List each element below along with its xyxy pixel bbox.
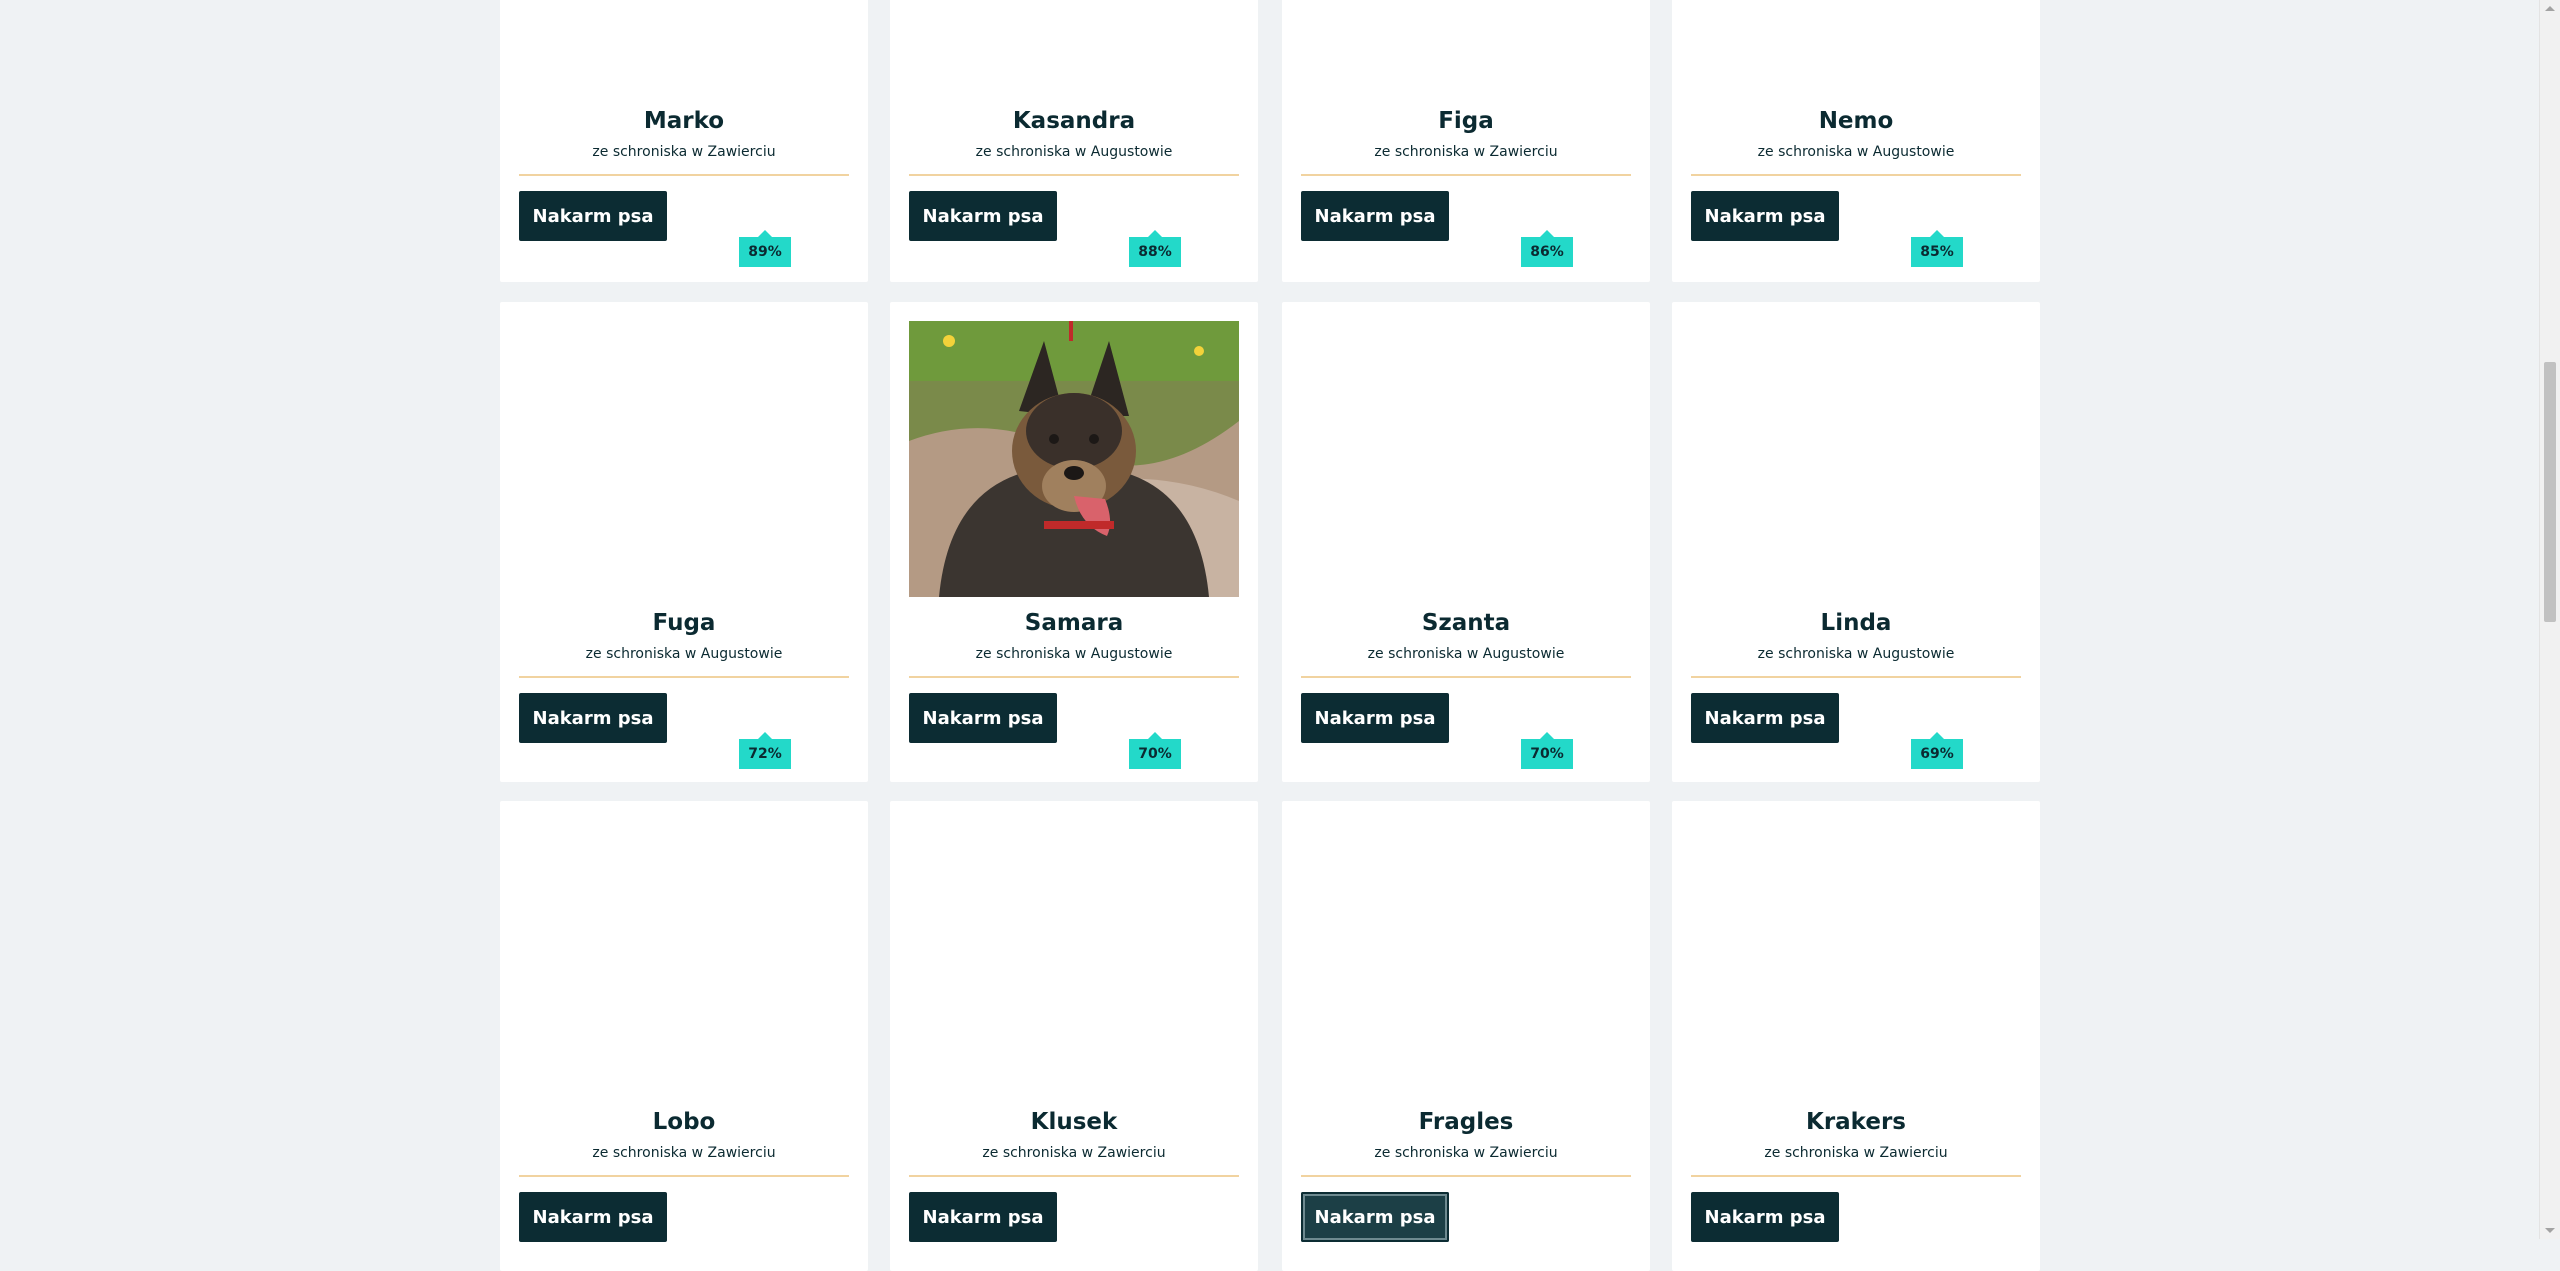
feeding-percent-badge: 85%: [1911, 230, 1963, 267]
dog-name[interactable]: Marko: [500, 108, 868, 134]
divider: [519, 676, 849, 678]
feeding-level-meter: [1872, 1190, 2002, 1244]
dog-shelter: ze schroniska w Augustowie: [1757, 144, 1955, 160]
bone-meter-icon: [1482, 1190, 1612, 1244]
dog-card[interactable]: Fuga ze schroniska w Augustowie Nakarm psa…: [500, 302, 868, 782]
feeding-level-meter: [1090, 1190, 1220, 1244]
feed-dog-button[interactable]: Nakarm psa: [1691, 191, 1839, 241]
dog-name[interactable]: Samara: [890, 610, 1258, 636]
bone-meter-icon: [1090, 1190, 1220, 1244]
dog-photo: [909, 321, 1239, 597]
feed-dog-button[interactable]: Nakarm psa: [909, 191, 1057, 241]
divider: [909, 174, 1239, 176]
dog-card[interactable]: Samara ze schroniska w Augustowie Nakarm p…: [890, 302, 1258, 782]
feed-dog-button[interactable]: Nakarm psa: [909, 1192, 1057, 1242]
dog-card[interactable]: Nemo ze schroniska w Augustowie Nakarm psa…: [1672, 0, 2040, 282]
dog-name[interactable]: Klusek: [890, 1109, 1258, 1135]
dog-shelter: ze schroniska w Zawierciu: [982, 1145, 1166, 1161]
dog-shelter: ze schroniska w Augustowie: [585, 646, 783, 662]
dog-name[interactable]: Szanta: [1282, 610, 1650, 636]
dog-photo-frame[interactable]: [1301, 321, 1631, 597]
feeding-level-meter: [700, 1190, 830, 1244]
scroll-up-arrow-icon[interactable]: [2545, 6, 2555, 11]
divider: [1691, 1175, 2021, 1177]
dog-photo-frame[interactable]: [1691, 820, 2021, 1096]
dog-photo-frame[interactable]: [909, 820, 1239, 1096]
feed-dog-button[interactable]: Nakarm psa: [1691, 693, 1839, 743]
feed-dog-button[interactable]: Nakarm psa: [519, 1192, 667, 1242]
divider: [1301, 676, 1631, 678]
bone-meter-icon: [700, 1190, 830, 1244]
divider: [1301, 1175, 1631, 1177]
divider: [1301, 174, 1631, 176]
dog-card[interactable]: Klusek ze schroniska w Zawierciu Nakarm ps…: [890, 801, 1258, 1271]
dog-photo-frame[interactable]: [519, 820, 849, 1096]
feed-dog-button[interactable]: Nakarm psa: [1301, 1192, 1449, 1242]
scroll-thumb[interactable]: [2544, 362, 2556, 622]
dog-shelter: ze schroniska w Zawierciu: [592, 1145, 776, 1161]
vertical-scrollbar[interactable]: [2539, 0, 2560, 1239]
divider: [1691, 676, 2021, 678]
dog-card[interactable]: Figa ze schroniska w Zawierciu Nakarm psa 8…: [1282, 0, 1650, 282]
dog-photo-frame[interactable]: [909, 321, 1239, 597]
feed-dog-button[interactable]: Nakarm psa: [909, 693, 1057, 743]
dog-name[interactable]: Krakers: [1672, 1109, 2040, 1135]
divider: [519, 174, 849, 176]
divider: [909, 676, 1239, 678]
dog-card[interactable]: Linda ze schroniska w Augustowie Nakarm ps…: [1672, 302, 2040, 782]
dog-card[interactable]: Szanta ze schroniska w Augustowie Nakarm p…: [1282, 302, 1650, 782]
feeding-percent-badge: 70%: [1129, 732, 1181, 769]
dog-photo-frame[interactable]: [1691, 0, 2021, 95]
dog-name[interactable]: Lobo: [500, 1109, 868, 1135]
dog-shelter: ze schroniska w Augustowie: [1757, 646, 1955, 662]
feeding-percent-badge: 88%: [1129, 230, 1181, 267]
divider: [1691, 174, 2021, 176]
dog-name[interactable]: Kasandra: [890, 108, 1258, 134]
dog-card[interactable]: Krakers ze schroniska w Zawierciu Nakarm p…: [1672, 801, 2040, 1271]
scroll-down-arrow-icon[interactable]: [2545, 1228, 2555, 1233]
dog-card[interactable]: Kasandra ze schroniska w Augustowie Nakarm…: [890, 0, 1258, 282]
dog-name[interactable]: Fragles: [1282, 1109, 1650, 1135]
dog-grid: Marko ze schroniska w Zawierciu Nakarm psa…: [0, 0, 2540, 1271]
dog-photo-frame[interactable]: [519, 0, 849, 95]
feeding-percent-badge: 72%: [739, 732, 791, 769]
divider: [909, 1175, 1239, 1177]
dog-photo-frame[interactable]: [519, 321, 849, 597]
dog-shelter: ze schroniska w Augustowie: [1367, 646, 1565, 662]
dog-card[interactable]: Lobo ze schroniska w Zawierciu Nakarm psa: [500, 801, 868, 1271]
dog-photo-frame[interactable]: [909, 0, 1239, 95]
dog-photo-frame[interactable]: [1691, 321, 2021, 597]
feed-dog-button[interactable]: Nakarm psa: [519, 693, 667, 743]
dog-shelter: ze schroniska w Augustowie: [975, 646, 1173, 662]
dog-name[interactable]: Figa: [1282, 108, 1650, 134]
bone-meter-icon: [1872, 1190, 2002, 1244]
divider: [519, 1175, 849, 1177]
dog-card[interactable]: Marko ze schroniska w Zawierciu Nakarm psa…: [500, 0, 868, 282]
dog-photo-frame[interactable]: [1301, 820, 1631, 1096]
feeding-percent-badge: 70%: [1521, 732, 1573, 769]
dog-photo-frame[interactable]: [1301, 0, 1631, 95]
dog-name[interactable]: Fuga: [500, 610, 868, 636]
dog-card[interactable]: Fragles ze schroniska w Zawierciu Nakarm p…: [1282, 801, 1650, 1271]
feeding-percent-badge: 69%: [1911, 732, 1963, 769]
dog-shelter: ze schroniska w Zawierciu: [1374, 1145, 1558, 1161]
dog-shelter: ze schroniska w Zawierciu: [1764, 1145, 1948, 1161]
feed-dog-button[interactable]: Nakarm psa: [519, 191, 667, 241]
dog-shelter: ze schroniska w Augustowie: [975, 144, 1173, 160]
dog-name[interactable]: Linda: [1672, 610, 2040, 636]
dog-shelter: ze schroniska w Zawierciu: [592, 144, 776, 160]
dog-shelter: ze schroniska w Zawierciu: [1374, 144, 1558, 160]
feeding-level-meter: [1482, 1190, 1612, 1244]
feed-dog-button[interactable]: Nakarm psa: [1301, 191, 1449, 241]
feeding-percent-badge: 89%: [739, 230, 791, 267]
feed-dog-button[interactable]: Nakarm psa: [1691, 1192, 1839, 1242]
feeding-percent-badge: 86%: [1521, 230, 1573, 267]
feed-dog-button[interactable]: Nakarm psa: [1301, 693, 1449, 743]
dog-name[interactable]: Nemo: [1672, 108, 2040, 134]
